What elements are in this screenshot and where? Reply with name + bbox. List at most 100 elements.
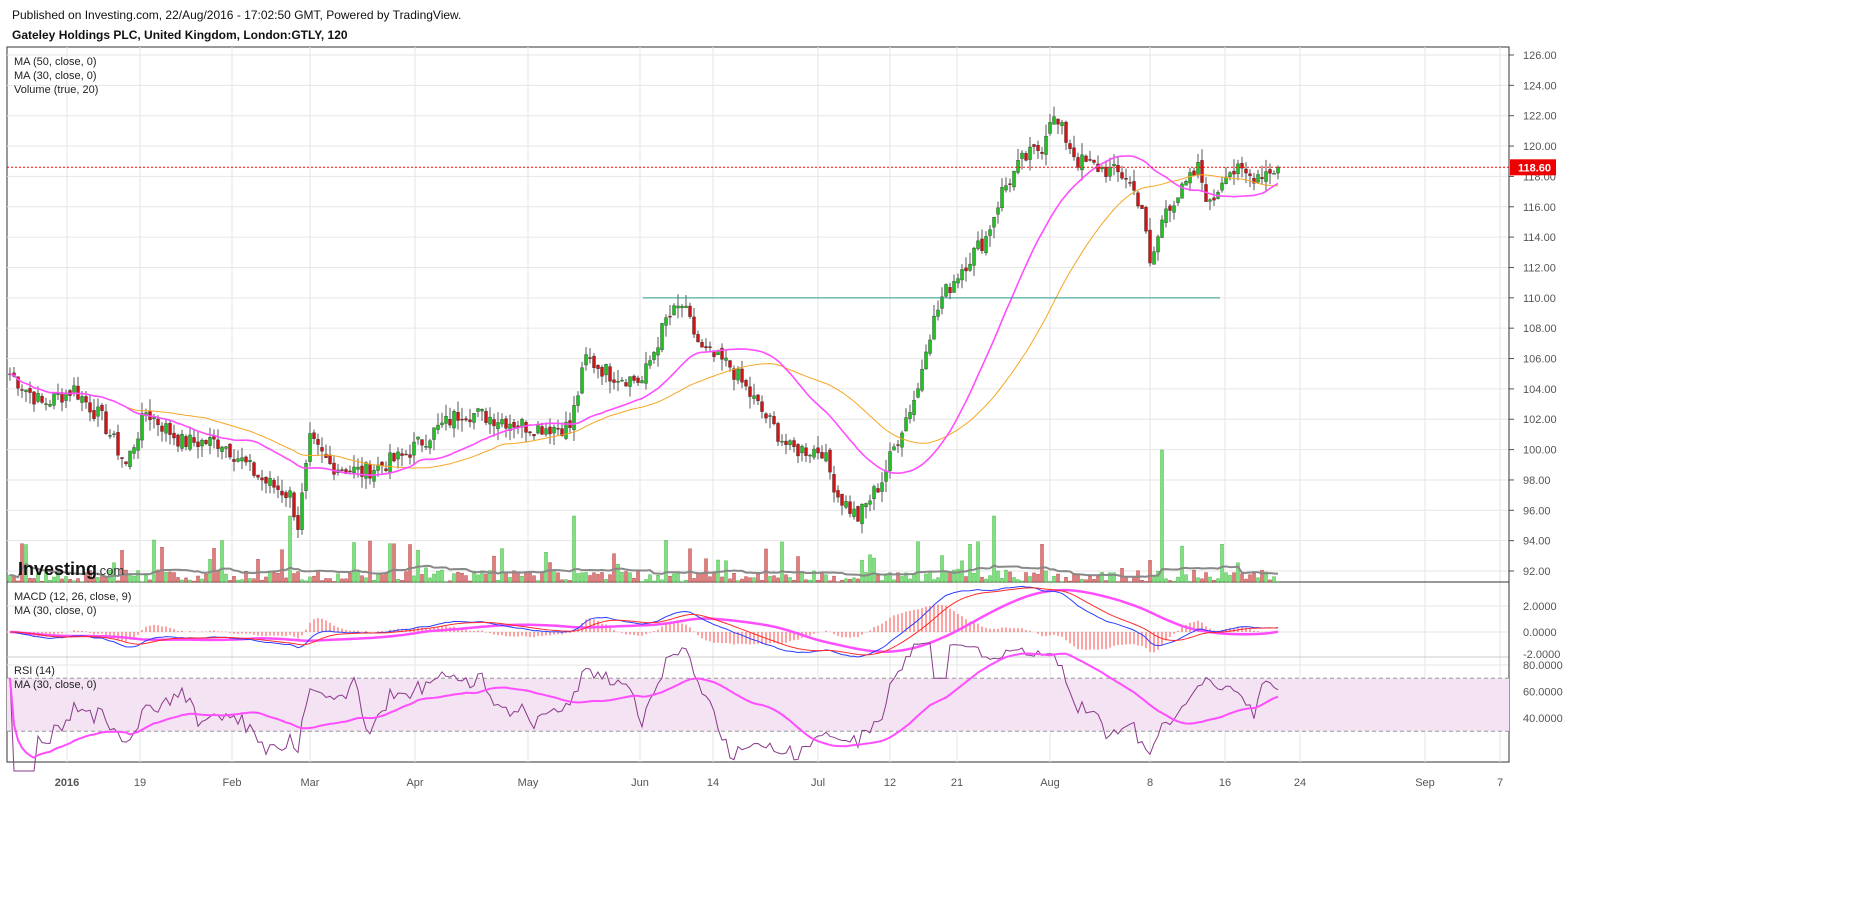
volume-bar [248,578,252,583]
candle [388,452,392,474]
candle [588,357,592,359]
x-tick-label: Jun [631,777,649,789]
price-tick-label: 92.00 [1523,566,1551,578]
candle [436,424,440,430]
volume-bar [116,580,120,583]
volume-bar [868,554,872,583]
candle [488,416,492,425]
volume-bar [200,578,204,583]
volume-bar [456,572,460,583]
candle [440,422,444,426]
candle [224,446,228,449]
x-tick-label: 16 [1219,777,1231,789]
volume-bar [172,572,176,583]
price-tick-label: 104.00 [1523,384,1557,396]
volume-bar [164,572,168,583]
volume-bar [1056,573,1060,583]
price-tick-label: 100.00 [1523,445,1557,457]
volume-bar [736,580,740,583]
macd-ma-line [9,588,1279,653]
candle [356,466,360,470]
candle [1088,159,1092,161]
candle [1012,170,1016,188]
volume-bar [556,572,560,583]
candle [400,453,404,456]
volume-bar [1256,577,1260,583]
candle [140,413,144,441]
volume-bar [1232,572,1236,583]
candle [312,432,316,439]
candle [416,436,420,440]
candle [1152,251,1156,265]
candle [1060,122,1064,126]
volume-bar [132,575,136,583]
volume-bar [884,575,888,583]
candle [804,447,808,456]
volume-bar [1084,579,1088,583]
candle [924,351,928,370]
volume-bar [1068,580,1072,583]
x-tick-label: 24 [1294,777,1306,789]
x-tick-label: 8 [1147,777,1153,789]
candle [648,360,652,366]
candle [128,450,132,467]
candle [908,412,912,419]
volume-bar [808,579,812,583]
volume-bar [220,540,224,583]
volume-bar [832,575,836,583]
price-tick-label: 124.00 [1523,80,1557,92]
candle [860,503,864,525]
volume-bar [392,543,396,583]
candle [540,426,544,435]
candle [616,381,620,383]
price-tick-label: 96.00 [1523,505,1551,517]
volume-bar [1064,577,1068,583]
volume-bar [360,575,364,583]
volume-bar [732,573,736,583]
candle [1244,168,1248,174]
candle [332,462,336,475]
candle [580,367,584,394]
volume-bar [1020,580,1024,583]
volume-bar [1268,579,1272,583]
volume-bar [688,548,692,583]
volume-bar [204,573,208,583]
investing-logo-suffix: .com [96,563,124,578]
volume-bar [296,571,300,583]
candle [1064,121,1068,143]
candle [548,426,552,435]
candle [484,411,488,423]
candle [1124,178,1128,180]
candle [396,451,400,460]
price-chart[interactable]: 2016 19 Feb Mar Apr May Jun 14 Jul 12 21 Aug 8 16 24 Se… [0,0,1851,906]
volume-bar [1016,579,1020,583]
volume-bar [620,572,624,583]
candle [216,439,220,449]
candle [708,346,712,348]
candle [392,453,396,462]
volume-bar [216,570,220,583]
volume-bar [944,571,948,583]
volume-bar [496,580,500,583]
candle [1132,181,1136,191]
volume-bar [1052,576,1056,583]
candle [968,263,972,271]
candle [572,405,576,430]
ma50-line [9,174,1279,469]
candle [824,452,828,462]
candle [656,347,660,356]
candle [584,354,588,366]
ma30-line [9,155,1279,477]
volume-bar [412,575,416,583]
x-tick-label: 7 [1497,777,1503,789]
volume-bar [192,580,196,583]
candle [1228,172,1232,177]
volume-bar [1180,545,1184,583]
candle [660,323,664,350]
candle [756,394,760,402]
candle [472,413,476,423]
candle [736,368,740,381]
candle [1040,152,1044,154]
volume-bar [1164,578,1168,583]
candle [768,415,772,417]
